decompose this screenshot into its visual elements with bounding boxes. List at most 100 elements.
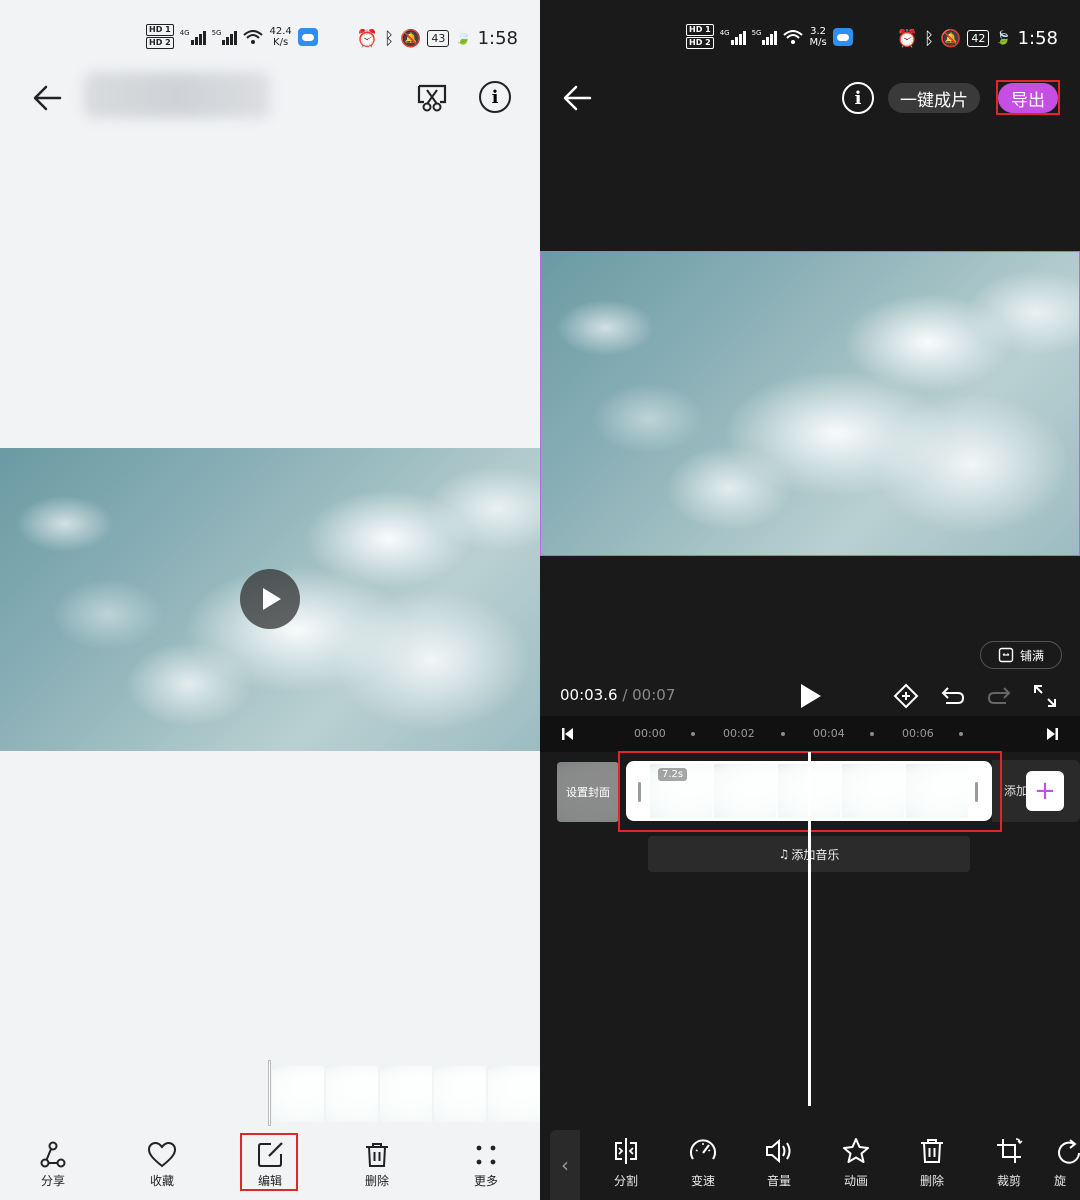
net-speed: 42.4 K/s	[269, 25, 292, 48]
clock: 1:58	[477, 28, 518, 49]
back-arrow-icon[interactable]	[558, 78, 598, 118]
hd-sim-icon: HD 1 HD 2	[146, 24, 174, 49]
split-label: 分割	[613, 1174, 638, 1188]
more-icon	[476, 1145, 496, 1165]
system-indicators: ⏰ ᛒ 🔕 42 🍃 1:58	[897, 28, 1058, 49]
one-click-video-button[interactable]: 一键成片	[888, 83, 980, 113]
ruler-tick-label: 00:00	[634, 727, 666, 740]
volume-label: 音量	[766, 1174, 791, 1188]
alarm-icon: ⏰	[356, 28, 379, 49]
animation-label: 动画	[843, 1174, 868, 1188]
speed-tool-button[interactable]: 变速	[673, 1136, 733, 1189]
net-speed: 3.2 M/s	[809, 25, 827, 48]
ruler-tick-label: 00:06	[902, 727, 934, 740]
share-button[interactable]: 分享	[18, 1140, 88, 1189]
speed-icon	[690, 1139, 716, 1160]
keyframe-icon[interactable]	[893, 683, 919, 709]
signal-4g-icon: 4G	[180, 29, 206, 45]
signal-5g-icon: 5G	[212, 29, 238, 45]
split-icon	[615, 1138, 637, 1164]
animation-tool-button[interactable]: 动画	[826, 1136, 886, 1189]
set-cover-label: 设置封面	[557, 762, 619, 822]
bluetooth-icon: ᛒ	[384, 28, 395, 49]
favorite-label: 收藏	[149, 1174, 174, 1188]
bluetooth-icon: ᛒ	[924, 28, 935, 49]
split-tool-button[interactable]: 分割	[596, 1136, 656, 1189]
play-icon[interactable]	[798, 682, 824, 710]
skip-start-icon[interactable]	[562, 727, 574, 741]
music-note-icon: ♫	[778, 847, 790, 861]
add-clip-plus-button[interactable]: +	[1026, 771, 1064, 811]
delete-tool-button[interactable]: 删除	[902, 1136, 962, 1189]
playback-time: 00:03.6 / 00:07	[560, 686, 675, 704]
crop-icon	[997, 1138, 1023, 1163]
editor-canvas-preview[interactable]	[540, 251, 1080, 556]
delete-button[interactable]: 删除	[342, 1140, 412, 1189]
more-label: 更多	[473, 1174, 498, 1188]
timeline-ruler[interactable]: 00:00 00:02 00:04 00:06	[540, 716, 1080, 752]
rotate-tool-button[interactable]: 旋	[1054, 1136, 1080, 1189]
set-cover-button[interactable]: 设置封面	[557, 762, 619, 822]
add-clip-label: 添加	[1004, 784, 1029, 798]
network-indicators: HD 1 HD 2 4G 5G 3.2 M/s	[686, 24, 853, 49]
mute-bell-icon: 🔕	[400, 28, 422, 49]
timeline-playhead[interactable]	[808, 752, 811, 1106]
ruler-tick-label: 00:02	[723, 727, 755, 740]
back-arrow-icon[interactable]	[28, 78, 68, 118]
current-time: 00:03.6	[560, 686, 618, 704]
volume-icon	[766, 1138, 791, 1164]
tools-back-button[interactable]: ‹	[550, 1130, 580, 1200]
leaf-icon: 🍃	[995, 31, 1012, 46]
battery-icon: 43	[427, 30, 450, 47]
info-icon[interactable]: i	[842, 82, 874, 114]
fill-label: 铺满	[1019, 648, 1044, 663]
undo-icon[interactable]	[940, 684, 966, 708]
volume-tool-button[interactable]: 音量	[749, 1136, 809, 1189]
hd-sim-icon: HD 1 HD 2	[686, 24, 714, 49]
edit-highlight-box	[240, 1133, 298, 1191]
ruler-dot	[691, 732, 695, 736]
add-music-label: 添加音乐	[791, 847, 840, 862]
wifi-icon	[243, 29, 264, 44]
fit-frame-icon	[998, 647, 1014, 663]
heart-icon	[147, 1141, 177, 1168]
filmstrip-frame	[434, 1066, 486, 1122]
crop-label: 裁剪	[996, 1174, 1021, 1188]
battery-icon: 42	[967, 30, 990, 47]
fill-button[interactable]: 铺满	[980, 641, 1062, 669]
wifi-icon	[783, 29, 804, 44]
time-separator: /	[617, 686, 633, 704]
mute-bell-icon: 🔕	[940, 28, 962, 49]
video-filmstrip[interactable]	[272, 1066, 540, 1122]
favorite-button[interactable]: 收藏	[127, 1140, 197, 1189]
play-icon[interactable]	[240, 569, 300, 629]
filmstrip-frame	[326, 1066, 378, 1122]
alarm-icon: ⏰	[896, 28, 919, 49]
cloud-app-icon	[297, 27, 318, 46]
rotate-icon	[1058, 1139, 1080, 1164]
info-icon[interactable]: i	[479, 81, 511, 113]
chevron-left-icon: ‹	[561, 1153, 569, 1177]
speed-label: 变速	[690, 1174, 715, 1188]
redo-icon[interactable]	[986, 684, 1012, 708]
cast-scissors-icon[interactable]	[416, 82, 448, 114]
filmstrip-frame	[380, 1066, 432, 1122]
gallery-video-viewer: HD 1 HD 2 4G 5G 42.4 K/s ⏰ ᛒ 🔕 43 🍃 1:58 i	[0, 0, 540, 1200]
ruler-tick-label: 00:04	[813, 727, 845, 740]
status-bar: HD 1 HD 2 4G 5G 3.2 M/s ⏰ ᛒ 🔕 42 🍃 1:58	[540, 0, 1080, 70]
ruler-dot	[781, 732, 785, 736]
export-highlight-box	[996, 80, 1060, 115]
blurred-title	[84, 72, 270, 118]
status-bar: HD 1 HD 2 4G 5G 42.4 K/s ⏰ ᛒ 🔕 43 🍃 1:58	[0, 0, 540, 70]
crop-tool-button[interactable]: 裁剪	[979, 1136, 1039, 1189]
ruler-dot	[870, 732, 874, 736]
skip-end-icon[interactable]	[1046, 727, 1058, 741]
share-icon	[40, 1141, 66, 1168]
cloud-app-icon	[832, 27, 853, 46]
system-indicators: ⏰ ᛒ 🔕 43 🍃 1:58	[357, 28, 518, 49]
fullscreen-icon[interactable]	[1032, 683, 1058, 709]
trash-icon	[366, 1143, 388, 1167]
rotate-label: 旋	[1054, 1174, 1067, 1188]
more-button[interactable]: 更多	[451, 1140, 521, 1189]
filmstrip-frame	[272, 1066, 324, 1122]
